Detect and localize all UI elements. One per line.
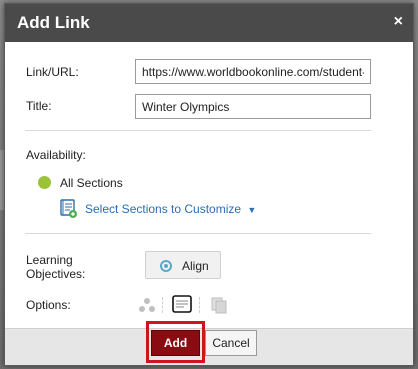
select-sections-label: Select Sections to Customize	[85, 202, 242, 216]
section-divider	[25, 130, 371, 131]
status-dot-icon	[38, 176, 51, 189]
title-label: Title:	[26, 99, 52, 113]
close-icon[interactable]: ×	[394, 13, 403, 31]
learning-objectives-label: Learning Objectives:	[26, 253, 85, 281]
option-separator	[199, 297, 200, 313]
dialog-titlebar: Add Link ×	[5, 4, 413, 42]
align-button[interactable]: Align	[145, 251, 221, 279]
target-icon	[160, 260, 172, 272]
learning-objectives-line1: Learning	[26, 253, 73, 267]
all-sections-label: All Sections	[60, 176, 123, 190]
dialog-title: Add Link	[17, 13, 90, 32]
section-divider	[25, 233, 371, 234]
chevron-down-icon: ▼	[247, 205, 257, 215]
learning-objectives-line2: Objectives:	[26, 267, 86, 281]
visibility-share-icon[interactable]	[136, 295, 158, 315]
link-url-label: Link/URL:	[26, 65, 79, 79]
option-separator	[162, 297, 163, 313]
title-input[interactable]	[135, 94, 371, 119]
link-url-input[interactable]	[135, 59, 371, 84]
sections-calendar-icon	[60, 199, 77, 218]
copy-icon[interactable]	[208, 295, 230, 315]
add-link-dialog: Add Link × Link/URL: Title: Availability…	[4, 3, 414, 366]
availability-label: Availability:	[26, 148, 86, 162]
add-button[interactable]: Add	[151, 330, 200, 356]
cancel-button[interactable]: Cancel	[205, 330, 257, 356]
dialog-content: Link/URL: Title: Availability: All Secti…	[5, 42, 413, 328]
align-label: Align	[182, 259, 209, 273]
options-label: Options:	[26, 298, 71, 312]
select-sections-link[interactable]: Select Sections to Customize ▼	[85, 202, 256, 216]
new-window-icon[interactable]	[171, 294, 193, 314]
